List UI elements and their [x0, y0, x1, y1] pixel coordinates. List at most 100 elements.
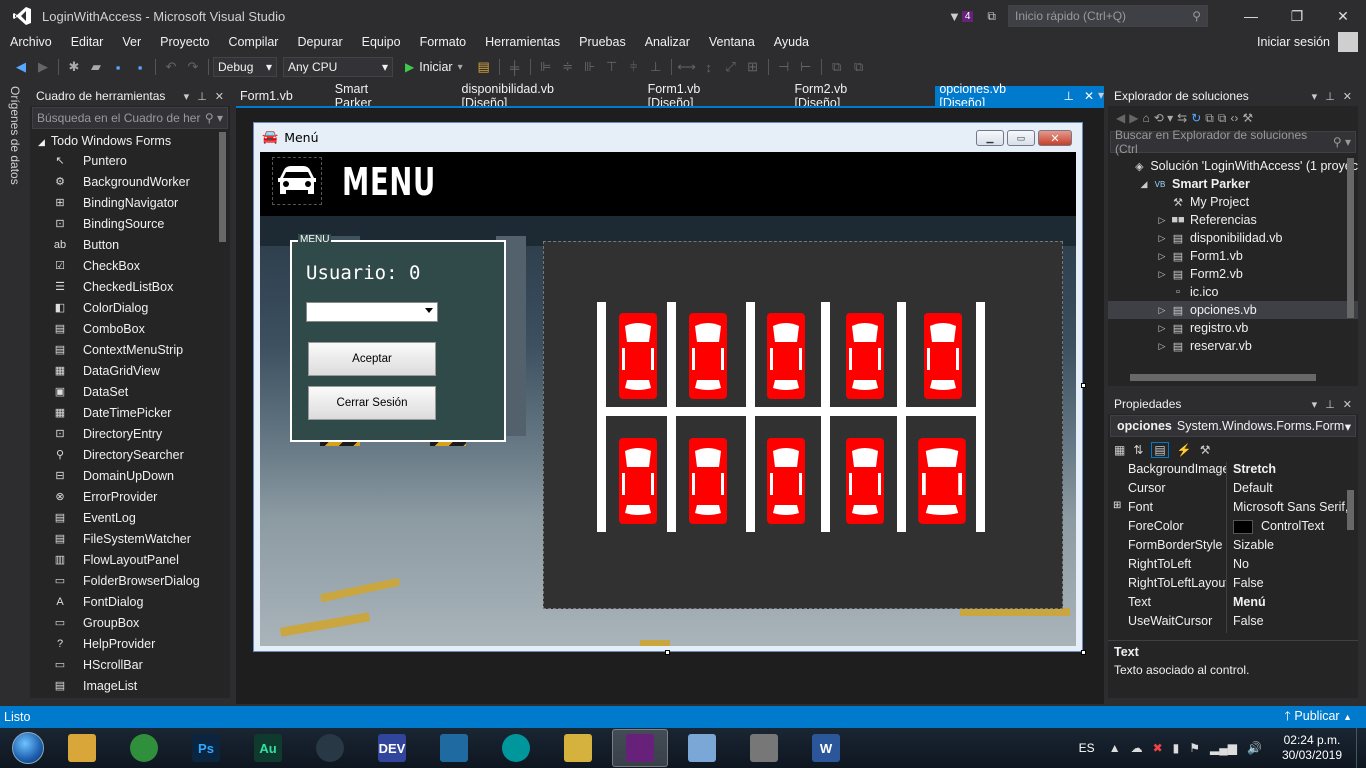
- scrollbar-thumb[interactable]: [1347, 158, 1354, 318]
- expander-icon[interactable]: ▷: [1156, 305, 1168, 316]
- expander-icon[interactable]: ▷: [1156, 251, 1168, 262]
- toolbox-item-helpprovider[interactable]: ? HelpProvider: [30, 633, 230, 654]
- save-icon[interactable]: ▪: [107, 57, 129, 77]
- taskbar-app-virtualbox-cube[interactable]: [674, 729, 730, 767]
- save-all-icon[interactable]: ▪: [129, 57, 151, 77]
- data-sources-side-tab[interactable]: Orígenes de datos: [0, 84, 26, 704]
- scrollbar-thumb[interactable]: [1347, 490, 1354, 530]
- toolbox-item-colordialog[interactable]: ◧ ColorDialog: [30, 297, 230, 318]
- doc-tab[interactable]: Smart Parker: [331, 82, 418, 110]
- property-pages-icon[interactable]: ⚒: [1200, 443, 1211, 457]
- platform-select[interactable]: Any CPU ▾: [283, 57, 393, 77]
- clock[interactable]: 02:24 p.m. 30/03/2019: [1282, 733, 1342, 763]
- property-value[interactable]: False: [1226, 576, 1358, 595]
- doc-tab[interactable]: Form2.vb [Diseño]: [790, 82, 905, 110]
- property-value[interactable]: ControlText: [1226, 519, 1358, 538]
- property-value[interactable]: Stretch: [1226, 462, 1358, 481]
- tree-item[interactable]: ▷ ▤ Form2.vb: [1108, 265, 1358, 283]
- show-desktop-button[interactable]: [1356, 728, 1366, 768]
- taskbar-app-visual-studio[interactable]: [612, 729, 668, 767]
- taskbar-app-arduino[interactable]: [488, 729, 544, 767]
- power-icon[interactable]: ▮: [1173, 741, 1180, 755]
- property-value[interactable]: False: [1226, 614, 1358, 633]
- view-code-icon[interactable]: ‹›: [1230, 111, 1238, 125]
- toolbox-item-domainupdown[interactable]: ⊟ DomainUpDown: [30, 465, 230, 486]
- toolbox-item-directorysearcher[interactable]: ⚲ DirectorySearcher: [30, 444, 230, 465]
- doc-tab[interactable]: Form1.vb: [236, 86, 303, 106]
- properties-icon[interactable]: ▤: [1151, 442, 1169, 458]
- quick-launch-input[interactable]: Inicio rápido (Ctrl+Q) ⚲: [1008, 5, 1208, 27]
- sign-in-link[interactable]: Iniciar sesión: [1257, 35, 1330, 49]
- taskbar-app-photoshop[interactable]: Ps: [178, 729, 234, 767]
- pending-changes-icon[interactable]: ⟲ ▾: [1154, 111, 1173, 125]
- menu-archivo[interactable]: Archivo: [0, 35, 61, 49]
- show-all-files-icon[interactable]: ⧉: [1218, 111, 1227, 126]
- menu-formato[interactable]: Formato: [410, 35, 476, 49]
- toolbox-search-input[interactable]: Búsqueda en el Cuadro de her ⚲ ▾: [32, 107, 228, 129]
- toolbox-item-directoryentry[interactable]: ⊡ DirectoryEntry: [30, 423, 230, 444]
- property-value[interactable]: Microsoft Sans Serif,: [1226, 500, 1358, 519]
- menu-ventana[interactable]: Ventana: [699, 35, 764, 49]
- doc-tab[interactable]: disponibilidad.vb [Diseño]: [458, 82, 612, 110]
- tree-item[interactable]: ⚒ My Project: [1108, 193, 1358, 211]
- toolbox-item-flowlayoutpanel[interactable]: ▥ FlowLayoutPanel: [30, 549, 230, 570]
- property-row[interactable]: RightToLeft No: [1108, 557, 1358, 576]
- menu-analizar[interactable]: Analizar: [635, 35, 699, 49]
- align-bottoms-icon[interactable]: ⊥: [645, 57, 667, 77]
- doc-tab[interactable]: Form1.vb [Diseño]: [644, 82, 759, 110]
- property-row[interactable]: Cursor Default: [1108, 481, 1358, 500]
- expander-icon[interactable]: ▷: [1156, 215, 1168, 226]
- taskbar-app-app-bracket[interactable]: [426, 729, 482, 767]
- menu-ayuda[interactable]: Ayuda: [764, 35, 818, 49]
- toolbox-item-bindingnavigator[interactable]: ⊞ BindingNavigator: [30, 192, 230, 213]
- tree-item[interactable]: ▫ ic.ico: [1108, 283, 1358, 301]
- expand-icon[interactable]: ⊞: [1113, 500, 1121, 511]
- taskbar-app-disc-burner[interactable]: [302, 729, 358, 767]
- doc-tab[interactable]: opciones.vb [Diseño] ⊥ ✕: [935, 82, 1104, 110]
- property-value[interactable]: Default: [1226, 481, 1358, 500]
- property-row[interactable]: FormBorderStyle Sizable: [1108, 538, 1358, 557]
- chevron-down-icon[interactable]: ▾: [1312, 398, 1318, 411]
- toolbox-item-checkbox[interactable]: ☑ CheckBox: [30, 255, 230, 276]
- align-lefts-icon[interactable]: ⊫: [535, 57, 557, 77]
- toolbox-item-imagelist[interactable]: ▤ ImageList: [30, 675, 230, 696]
- size-to-grid-icon[interactable]: ⊞: [742, 57, 764, 77]
- close-icon[interactable]: ✕: [1084, 89, 1094, 103]
- toolbox-item-errorprovider[interactable]: ⊗ ErrorProvider: [30, 486, 230, 507]
- tree-item[interactable]: ▷ ▤ opciones.vb: [1108, 301, 1358, 319]
- close-icon[interactable]: ✕: [1343, 398, 1352, 411]
- align-middles-icon[interactable]: ⫩: [623, 57, 645, 77]
- toolbox-group-all-windows-forms[interactable]: ◢ Todo Windows Forms: [30, 130, 230, 150]
- resize-handle-bottom[interactable]: [665, 650, 670, 655]
- expander-icon[interactable]: ▷: [1156, 323, 1168, 334]
- options-combo-box[interactable]: [306, 302, 438, 322]
- menu-pruebas[interactable]: Pruebas: [569, 35, 635, 49]
- horizontal-spacing-icon[interactable]: ⊣: [773, 57, 795, 77]
- refresh-icon[interactable]: ↻: [1191, 111, 1201, 125]
- cloud-icon[interactable]: ☁: [1131, 741, 1143, 755]
- tree-item[interactable]: ▷ ▤ Form1.vb: [1108, 247, 1358, 265]
- resize-handle-corner[interactable]: [1081, 650, 1086, 655]
- back-icon[interactable]: ◀: [10, 57, 32, 77]
- menu-ver[interactable]: Ver: [112, 35, 150, 49]
- property-row[interactable]: ⊞ Font Microsoft Sans Serif,: [1108, 500, 1358, 519]
- toolbox-item-filesystemwatcher[interactable]: ▤ FileSystemWatcher: [30, 528, 230, 549]
- toolbox-item-hscrollbar[interactable]: ▭ HScrollBar: [30, 654, 230, 675]
- redo-icon[interactable]: ↷: [182, 57, 204, 77]
- tree-item[interactable]: ▷ ▤ disponibilidad.vb: [1108, 229, 1358, 247]
- language-indicator[interactable]: ES: [1079, 741, 1095, 755]
- align-tops-icon[interactable]: ⊤: [601, 57, 623, 77]
- property-row[interactable]: BackgroundImageL Stretch: [1108, 462, 1358, 481]
- property-row[interactable]: UseWaitCursor False: [1108, 614, 1358, 633]
- new-project-icon[interactable]: ✱: [63, 57, 85, 77]
- pin-icon[interactable]: ⊥: [197, 90, 207, 103]
- property-row[interactable]: RightToLeftLayout False: [1108, 576, 1358, 595]
- same-size-icon[interactable]: ⤢: [720, 57, 742, 77]
- minimize-button[interactable]: —: [1228, 0, 1274, 32]
- property-value[interactable]: No: [1226, 557, 1358, 576]
- chevron-down-icon[interactable]: ▾: [1312, 90, 1318, 103]
- expander-icon[interactable]: ◢: [1138, 179, 1150, 190]
- property-row[interactable]: ForeColor ControlText: [1108, 519, 1358, 538]
- network-icon[interactable]: ✖: [1153, 741, 1163, 755]
- taskbar-app-chrome[interactable]: [116, 729, 172, 767]
